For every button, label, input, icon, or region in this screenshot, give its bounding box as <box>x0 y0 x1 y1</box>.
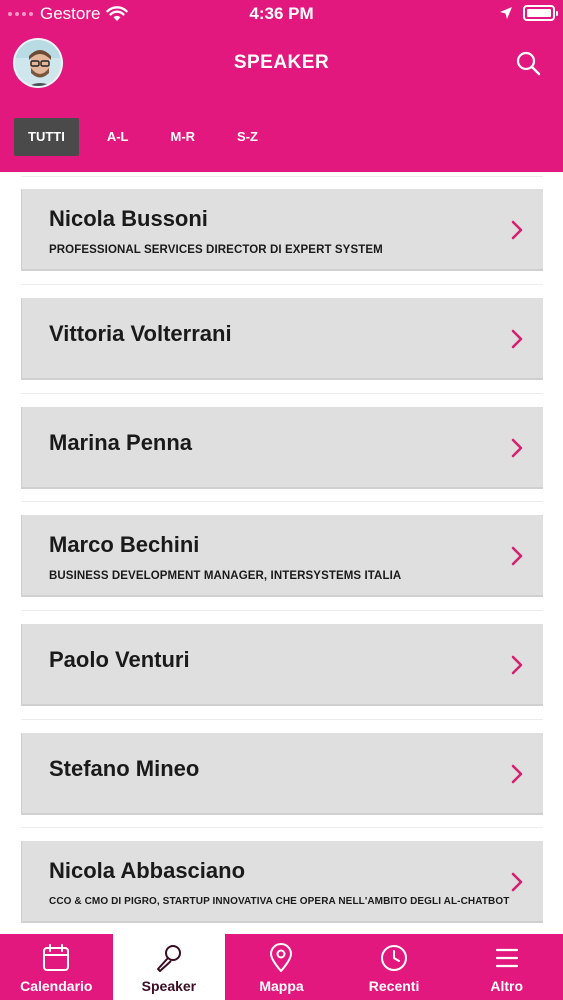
bottom-tab-bar: Calendario Speaker Mappa Recenti Altro <box>0 934 563 1000</box>
tab-calendario[interactable]: Calendario <box>0 934 113 1000</box>
speaker-name: Vittoria Volterrani <box>49 321 232 346</box>
page-title: SPEAKER <box>233 52 330 73</box>
speaker-role: PROFESSIONAL SERVICES DIRECTOR DI EXPERT… <box>49 244 383 256</box>
microphone-icon <box>156 945 181 972</box>
calendar-icon <box>43 944 70 971</box>
speaker-card[interactable]: Stefano Mineo <box>21 733 543 815</box>
app-header: Gestore 4:36 PM SPEAKER TUTTI A-L M-R S-… <box>0 0 563 172</box>
tab-label: Altro <box>490 978 523 994</box>
tab-mappa[interactable]: Mappa <box>225 934 338 1000</box>
divider <box>21 393 543 394</box>
chevron-right-icon <box>511 655 523 675</box>
chevron-right-icon <box>511 329 523 349</box>
tab-label: Calendario <box>20 978 93 994</box>
chevron-right-icon <box>511 438 523 458</box>
speaker-name: Marco Bechini <box>49 532 200 557</box>
divider <box>21 284 543 285</box>
filter-tabs: TUTTI A-L M-R S-Z <box>14 118 286 156</box>
speaker-name: Nicola Bussoni <box>49 206 208 231</box>
battery-icon <box>523 5 558 21</box>
speaker-card[interactable]: Nicola Abbasciano CCO & CMO DI PIGRO, ST… <box>21 841 543 923</box>
search-icon[interactable] <box>515 50 541 76</box>
speaker-card[interactable]: Marco Bechini BUSINESS DEVELOPMENT MANAG… <box>21 515 543 597</box>
speaker-name: Stefano Mineo <box>49 756 200 781</box>
speaker-card[interactable]: Nicola Bussoni PROFESSIONAL SERVICES DIR… <box>21 189 543 271</box>
status-bar: Gestore 4:36 PM <box>0 0 563 28</box>
tab-label: Mappa <box>259 978 304 994</box>
chevron-right-icon <box>511 872 523 892</box>
speaker-card[interactable]: Marina Penna <box>21 407 543 489</box>
speaker-role: BUSINESS DEVELOPMENT MANAGER, INTERSYSTE… <box>49 570 402 582</box>
location-arrow-icon <box>500 7 512 19</box>
speaker-list: Nicola Bussoni PROFESSIONAL SERVICES DIR… <box>0 172 563 934</box>
divider <box>21 827 543 828</box>
speaker-role: CCO & CMO DI PIGRO, STARTUP INNOVATIVA C… <box>49 896 510 907</box>
tab-recenti[interactable]: Recenti <box>338 934 451 1000</box>
menu-icon <box>495 948 518 968</box>
map-pin-icon <box>270 943 293 972</box>
chevron-right-icon <box>511 764 523 784</box>
chevron-right-icon <box>511 546 523 566</box>
status-time: 4:36 PM <box>249 4 314 23</box>
filter-tab-tutti[interactable]: TUTTI <box>14 118 79 156</box>
speaker-card[interactable]: Paolo Venturi <box>21 624 543 706</box>
divider <box>21 501 543 502</box>
tab-speaker[interactable]: Speaker <box>112 934 226 1000</box>
speaker-name: Nicola Abbasciano <box>49 858 246 883</box>
filter-tab-a-l[interactable]: A-L <box>93 118 143 156</box>
status-right <box>499 5 558 21</box>
speaker-name: Marina Penna <box>49 430 193 455</box>
filter-tab-s-z[interactable]: S-Z <box>223 118 272 156</box>
tab-altro[interactable]: Altro <box>450 934 563 1000</box>
divider <box>21 176 543 177</box>
divider <box>21 610 543 611</box>
tab-label: Speaker <box>141 978 197 994</box>
speaker-name: Paolo Venturi <box>49 647 190 672</box>
speaker-card[interactable]: Vittoria Volterrani <box>21 298 543 380</box>
filter-tab-m-r[interactable]: M-R <box>157 118 210 156</box>
clock-icon <box>381 945 408 971</box>
divider <box>21 719 543 720</box>
tab-label: Recenti <box>368 978 420 994</box>
chevron-right-icon <box>511 220 523 240</box>
